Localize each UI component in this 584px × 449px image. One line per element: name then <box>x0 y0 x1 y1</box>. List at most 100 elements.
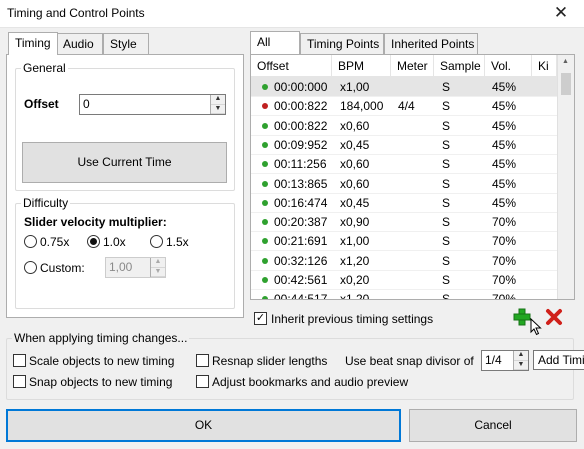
plus-icon <box>513 308 531 326</box>
cell-vol: 70% <box>492 273 517 287</box>
inherited-point-dot-icon <box>262 277 268 283</box>
cell-bpm: x1,20 <box>340 253 370 268</box>
inherited-point-dot-icon <box>262 257 268 264</box>
adjust-bookmarks-checkbox[interactable] <box>196 375 209 388</box>
delete-point-button[interactable] <box>544 307 564 327</box>
mouse-cursor-icon <box>530 317 544 336</box>
table-row[interactable]: 00:42:561 x0,20 S 70% <box>251 270 557 290</box>
close-button[interactable]: ✕ <box>538 0 584 28</box>
column-header-kiai[interactable]: Ki <box>532 55 557 77</box>
cell-bpm: x1,00 <box>340 80 370 94</box>
table-row[interactable]: 00:44:517 x1,20 S 70% <box>251 289 557 300</box>
cell-bpm: x1,00 <box>340 234 370 249</box>
spin-down-icon[interactable]: ▼ <box>211 105 225 114</box>
table-row[interactable]: 00:32:126 x1,20 S 70% <box>251 251 557 271</box>
tab-audio[interactable]: Audio <box>56 33 103 54</box>
tab-timing-points[interactable]: Timing Points <box>300 33 384 54</box>
spin-down-icon[interactable]: ▼ <box>151 268 165 277</box>
custom-velocity-spinner[interactable]: ▲ ▼ <box>150 258 165 277</box>
ok-button[interactable]: OK <box>6 409 401 442</box>
inherited-point-dot-icon <box>262 180 268 187</box>
column-header-meter[interactable]: Meter <box>391 55 434 77</box>
table-row[interactable]: 00:13:865 x0,60 S 45% <box>251 174 557 194</box>
column-header-bpm[interactable]: BPM <box>332 55 391 77</box>
cell-sample: S <box>442 80 451 94</box>
resnap-sliders-checkbox[interactable] <box>196 354 209 367</box>
radio-15x-label: 1.5x <box>166 235 189 249</box>
use-current-time-button[interactable]: Use Current Time <box>22 142 227 183</box>
spin-up-icon[interactable]: ▲ <box>514 351 528 361</box>
tab-inherited-points[interactable]: Inherited Points <box>384 33 478 54</box>
radio-10x[interactable] <box>87 235 100 248</box>
cell-offset: 00:00:822 <box>274 99 328 114</box>
cell-vol: 45% <box>492 99 517 114</box>
snap-objects-checkbox[interactable] <box>13 375 26 388</box>
cell-offset: 00:00:000 <box>274 80 328 94</box>
add-point-button[interactable] <box>512 307 532 327</box>
column-header-vol[interactable]: Vol. <box>485 55 532 77</box>
add-tooltip: Add Timi <box>533 350 584 370</box>
cell-offset: 00:00:822 <box>274 118 328 133</box>
scroll-up-icon[interactable]: ▲ <box>562 58 569 65</box>
offset-input[interactable]: 0 <box>79 94 226 115</box>
cell-sample: S <box>442 234 451 249</box>
cell-vol: 45% <box>492 118 517 133</box>
cell-vol: 45% <box>492 80 517 94</box>
table-row[interactable]: 00:00:000 x1,00 S 45% <box>251 77 557 97</box>
cell-offset: 00:21:691 <box>274 234 328 249</box>
cell-offset: 00:13:865 <box>274 176 328 191</box>
spin-up-icon[interactable]: ▲ <box>211 95 225 105</box>
scale-objects-checkbox[interactable] <box>13 354 26 367</box>
cell-offset: 00:44:517 <box>274 292 328 300</box>
cell-offset: 00:16:474 <box>274 195 328 210</box>
column-header-offset[interactable]: Offset <box>251 55 332 77</box>
cell-vol: 45% <box>492 176 517 191</box>
timing-point-dot-icon <box>262 103 268 110</box>
inherited-point-dot-icon <box>262 84 268 90</box>
tab-style[interactable]: Style <box>103 33 149 54</box>
cell-vol: 70% <box>492 215 517 230</box>
scrollbar-thumb[interactable] <box>561 73 571 95</box>
cell-sample: S <box>442 118 451 133</box>
radio-custom[interactable] <box>24 261 37 274</box>
vertical-scrollbar[interactable]: ▲ <box>557 55 574 299</box>
table-row[interactable]: 00:09:952 x0,45 S 45% <box>251 135 557 155</box>
spin-up-icon[interactable]: ▲ <box>151 258 165 268</box>
adjust-bookmarks-label: Adjust bookmarks and audio preview <box>212 375 409 389</box>
offset-spinner[interactable]: ▲ ▼ <box>210 95 225 114</box>
slider-velocity-label: Slider velocity multiplier: <box>24 215 167 229</box>
inherited-point-dot-icon <box>262 122 268 129</box>
table-row[interactable]: 00:21:691 x1,00 S 70% <box>251 231 557 252</box>
cell-bpm: x0,45 <box>340 137 370 152</box>
cell-sample: S <box>442 273 451 287</box>
cell-bpm: x0,20 <box>340 273 370 287</box>
cell-vol: 70% <box>492 253 517 268</box>
cell-bpm: x1,20 <box>340 292 370 300</box>
cell-sample: S <box>442 195 451 210</box>
inherit-checkbox[interactable]: ✓ <box>254 312 267 325</box>
radio-10x-label: 1.0x <box>103 235 126 249</box>
table-row[interactable]: 00:00:822 184,000 4/4 S 45% <box>251 96 557 117</box>
radio-075x-label: 0.75x <box>40 235 70 249</box>
timing-points-table[interactable]: Offset BPM Meter Sample Vol. Ki 00:00:00… <box>250 54 575 300</box>
window-title: Timing and Control Points <box>7 6 145 20</box>
spin-down-icon[interactable]: ▼ <box>514 361 528 370</box>
tab-all[interactable]: All <box>250 31 300 54</box>
table-row[interactable]: 00:00:822 x0,60 S 45% <box>251 116 557 136</box>
table-row[interactable]: 00:20:387 x0,90 S 70% <box>251 212 557 233</box>
cell-bpm: x0,90 <box>340 215 370 230</box>
cell-offset: 00:11:256 <box>274 157 327 172</box>
column-header-sample[interactable]: Sample <box>434 55 485 77</box>
table-row[interactable]: 00:16:474 x0,45 S 45% <box>251 193 557 213</box>
delete-x-icon <box>546 309 562 325</box>
cancel-button[interactable]: Cancel <box>409 409 577 442</box>
table-row[interactable]: 00:11:256 x0,60 S 45% <box>251 154 557 175</box>
radio-075x[interactable] <box>24 235 37 248</box>
beat-snap-spinner[interactable]: ▲ ▼ <box>513 351 528 370</box>
tab-timing[interactable]: Timing <box>8 32 58 55</box>
radio-15x[interactable] <box>150 235 163 248</box>
cell-bpm: x0,60 <box>340 157 370 172</box>
cell-vol: 70% <box>492 292 517 300</box>
cell-offset: 00:42:561 <box>274 273 328 287</box>
general-group-label: General <box>21 61 68 75</box>
